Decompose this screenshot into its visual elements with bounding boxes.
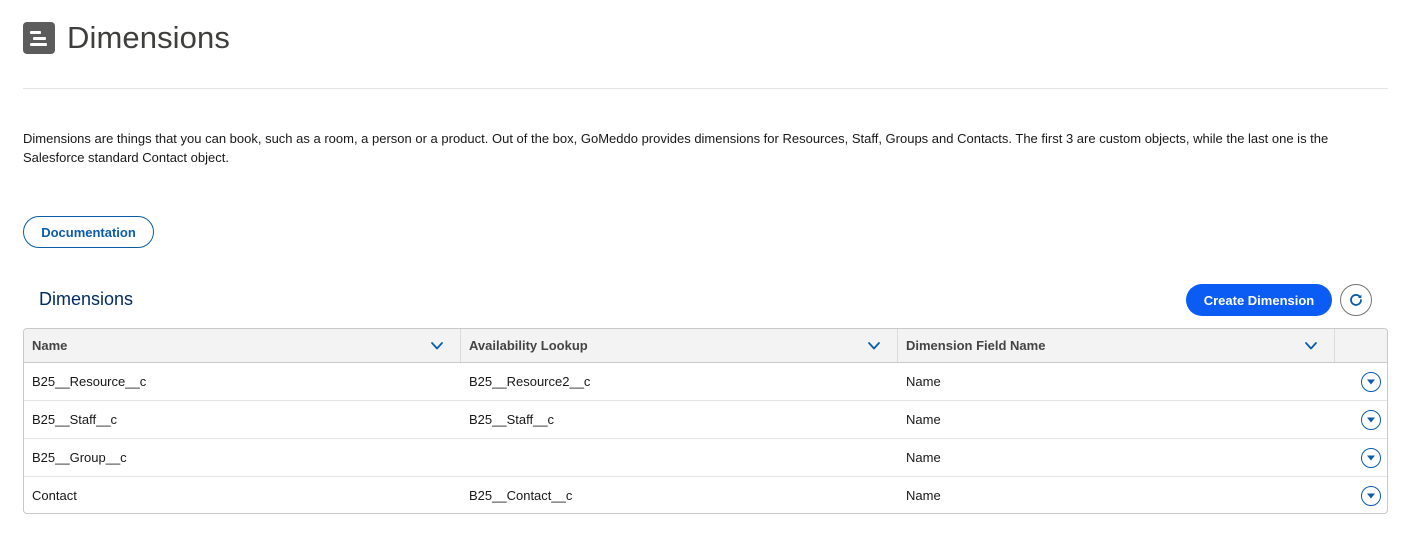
row-action-button[interactable] <box>1361 447 1381 468</box>
refresh-button[interactable] <box>1340 284 1372 316</box>
column-header-label: Availability Lookup <box>469 338 588 353</box>
cell-availability-lookup: B25__Staff__c <box>469 412 555 427</box>
chevron-down-icon <box>1367 455 1375 460</box>
chevron-down-icon <box>1367 379 1375 384</box>
table-row: B25__Group__c Name <box>24 439 1387 477</box>
cell-actions <box>1335 363 1387 400</box>
page-title: Dimensions <box>67 20 230 55</box>
cell-actions <box>1335 439 1387 476</box>
column-header-name[interactable]: Name <box>24 329 461 362</box>
chevron-down-icon <box>1367 417 1375 422</box>
cell-field-name: Name <box>906 374 941 389</box>
row-action-button[interactable] <box>1361 409 1381 430</box>
chevron-down-icon[interactable] <box>430 340 444 352</box>
page-header: Dimensions <box>23 20 230 56</box>
dimensions-table: Name Availability Lookup Dimension Field… <box>23 328 1388 514</box>
column-header-availability-lookup[interactable]: Availability Lookup <box>461 329 898 362</box>
cell-field-name: Name <box>906 450 941 465</box>
cell-name: Contact <box>32 488 77 503</box>
section-title: Dimensions <box>39 289 134 309</box>
table-row: B25__Staff__c B25__Staff__c Name <box>24 401 1387 439</box>
list-icon <box>23 22 55 54</box>
create-dimension-button[interactable]: Create Dimension <box>1186 284 1332 316</box>
table-header: Name Availability Lookup Dimension Field… <box>24 329 1387 363</box>
header-divider <box>23 88 1388 89</box>
row-action-button[interactable] <box>1361 485 1381 506</box>
documentation-button[interactable]: Documentation <box>23 216 154 248</box>
cell-name: B25__Resource__c <box>32 374 147 389</box>
cell-availability-lookup: B25__Resource2__c <box>469 374 591 389</box>
cell-name: B25__Group__c <box>32 450 127 465</box>
column-header-actions <box>1335 329 1387 362</box>
cell-availability-lookup <box>461 439 898 476</box>
column-header-label: Dimension Field Name <box>906 338 1046 353</box>
cell-actions <box>1335 477 1387 513</box>
chevron-down-icon <box>1367 493 1375 498</box>
cell-name: B25__Staff__c <box>32 412 118 427</box>
page-description: Dimensions are things that you can book,… <box>23 131 1329 165</box>
table-row: Contact B25__Contact__c Name <box>24 477 1387 513</box>
page: Dimensions Dimensions are things that yo… <box>0 0 1411 539</box>
cell-actions <box>1335 401 1387 438</box>
cell-field-name: Name <box>906 488 941 503</box>
chevron-down-icon[interactable] <box>867 340 881 352</box>
column-header-label: Name <box>32 338 68 353</box>
table-row: B25__Resource__c B25__Resource2__c Name <box>24 363 1387 401</box>
chevron-down-icon[interactable] <box>1304 340 1318 352</box>
row-action-button[interactable] <box>1361 371 1381 392</box>
cell-field-name: Name <box>906 412 941 427</box>
cell-availability-lookup: B25__Contact__c <box>469 488 573 503</box>
column-header-dimension-field-name[interactable]: Dimension Field Name <box>898 329 1335 362</box>
refresh-icon <box>1350 294 1362 306</box>
